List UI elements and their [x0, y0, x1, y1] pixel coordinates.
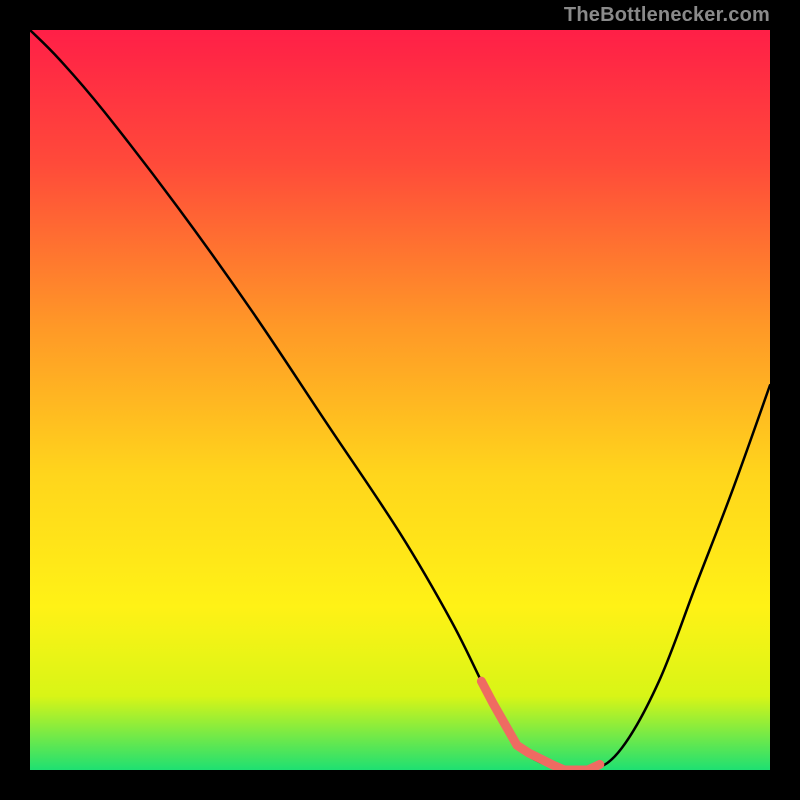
bottleneck-chart — [30, 30, 770, 770]
gradient-background — [30, 30, 770, 770]
watermark-text: TheBottlenecker.com — [564, 4, 770, 27]
chart-frame — [30, 30, 770, 770]
